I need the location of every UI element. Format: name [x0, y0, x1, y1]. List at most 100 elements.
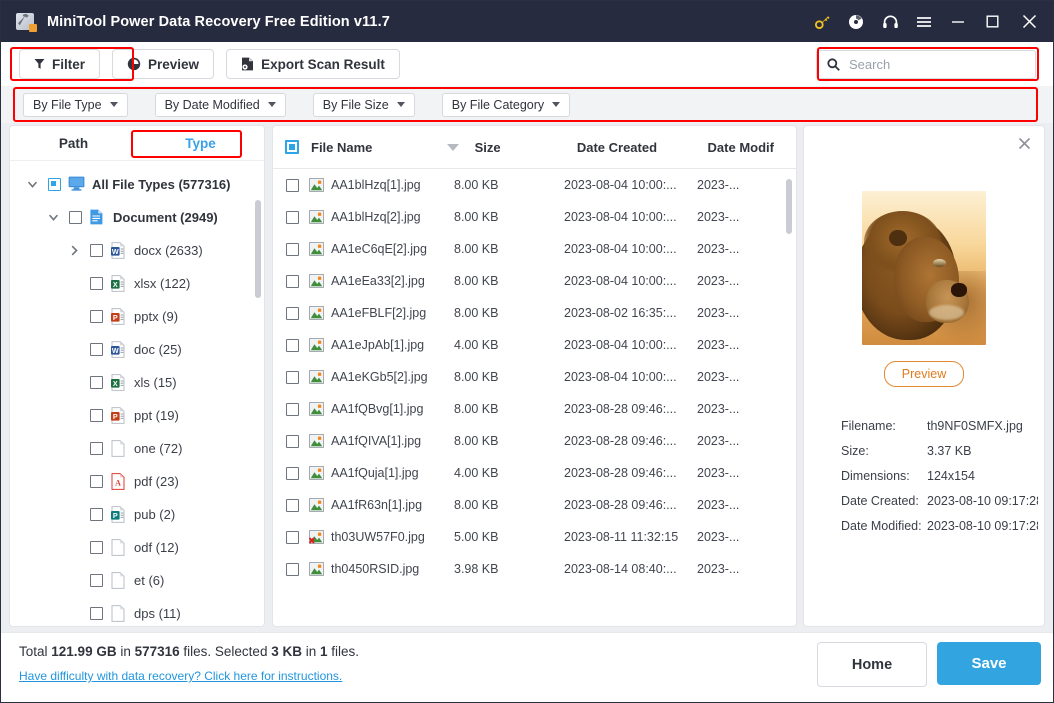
- tree-item-checkbox[interactable]: [90, 607, 103, 620]
- row-checkbox[interactable]: [286, 498, 299, 512]
- powerpoint-icon: P: [110, 407, 126, 424]
- preview-button[interactable]: Preview: [112, 49, 215, 79]
- tree-item[interactable]: Ppptx (9): [10, 300, 264, 333]
- chevron-down-icon[interactable]: [24, 177, 40, 193]
- headset-icon[interactable]: [873, 1, 907, 42]
- tree-item-checkbox[interactable]: [90, 541, 103, 554]
- filter-by-file-size[interactable]: By File Size: [312, 92, 415, 117]
- tree-item[interactable]: one (72): [10, 432, 264, 465]
- tree-item-checkbox[interactable]: [90, 508, 103, 521]
- home-button[interactable]: Home: [817, 642, 927, 687]
- selected-files: 1: [319, 644, 328, 659]
- filter-by-date-modified[interactable]: By Date Modified: [154, 92, 286, 117]
- preview-action-button[interactable]: Preview: [884, 361, 964, 387]
- row-checkbox[interactable]: [286, 370, 299, 384]
- column-header-date-modified[interactable]: Date Modif: [708, 140, 796, 155]
- table-row[interactable]: AA1fQBvg[1].jpg 8.00 KB 2023-08-28 09:46:.…: [273, 393, 796, 425]
- column-header-size[interactable]: Size: [475, 140, 577, 155]
- filter-button[interactable]: Filter: [19, 49, 101, 79]
- tree-item[interactable]: All File Types (577316): [10, 168, 264, 201]
- search-box[interactable]: [816, 50, 1036, 79]
- tree-item-checkbox[interactable]: [90, 343, 103, 356]
- table-row[interactable]: AA1eJpAb[1].jpg 4.00 KB 2023-08-04 10:00:.…: [273, 329, 796, 361]
- cell-created: 2023-08-02 16:35:...: [564, 306, 677, 320]
- tree-item[interactable]: Apdf (23): [10, 465, 264, 498]
- file-list-scrollbar-thumb[interactable]: [786, 179, 792, 234]
- maximize-icon[interactable]: [975, 1, 1009, 42]
- row-checkbox[interactable]: [286, 338, 299, 352]
- tree-item-checkbox[interactable]: [90, 376, 103, 389]
- close-icon[interactable]: [1009, 1, 1049, 42]
- tree-scrollbar-thumb[interactable]: [255, 200, 261, 298]
- tab-type[interactable]: Type: [137, 126, 264, 160]
- close-icon[interactable]: [1016, 135, 1032, 151]
- table-row[interactable]: AA1eKGb5[2].jpg 8.00 KB 2023-08-04 10:00:.…: [273, 361, 796, 393]
- hamburger-menu-icon[interactable]: [907, 1, 941, 42]
- file-rows-scroll-area[interactable]: AA1blHzq[1].jpg 8.00 KB 2023-08-04 10:00:.…: [273, 169, 796, 626]
- disc-icon[interactable]: [839, 1, 873, 42]
- tree-item-checkbox[interactable]: [48, 178, 61, 191]
- select-all-checkbox[interactable]: [285, 140, 299, 154]
- row-checkbox[interactable]: [286, 402, 299, 416]
- tree-item-checkbox[interactable]: [90, 310, 103, 323]
- export-scan-result-button[interactable]: Export Scan Result: [226, 49, 400, 79]
- row-checkbox[interactable]: [286, 466, 299, 480]
- row-checkbox[interactable]: [286, 562, 299, 576]
- tree-item[interactable]: Wdocx (2633): [10, 234, 264, 267]
- row-checkbox[interactable]: [286, 274, 299, 288]
- row-checkbox[interactable]: [286, 434, 299, 448]
- tree-item[interactable]: Pppt (19): [10, 399, 264, 432]
- tree-item[interactable]: et (6): [10, 564, 264, 597]
- file-list-panel: File Name Size Date Created Date Modif A…: [273, 126, 796, 626]
- row-checkbox[interactable]: [286, 530, 299, 544]
- tree-item[interactable]: Xxls (15): [10, 366, 264, 399]
- filter-by-file-type[interactable]: By File Type: [23, 92, 128, 117]
- column-header-file-name[interactable]: File Name: [311, 140, 447, 155]
- tree-item[interactable]: odf (12): [10, 531, 264, 564]
- table-row[interactable]: th03UW57F0.jpg 5.00 KB 2023-08-11 11:32:15…: [273, 521, 796, 553]
- table-row[interactable]: th0450RSID.jpg 3.98 KB 2023-08-14 08:40:..…: [273, 553, 796, 585]
- table-row[interactable]: AA1blHzq[1].jpg 8.00 KB 2023-08-04 10:00:.…: [273, 169, 796, 201]
- row-checkbox[interactable]: [286, 178, 299, 192]
- table-row[interactable]: AA1blHzq[2].jpg 8.00 KB 2023-08-04 10:00:.…: [273, 201, 796, 233]
- tree-item-checkbox[interactable]: [90, 409, 103, 422]
- excel-icon: X: [110, 275, 126, 292]
- tree-item-checkbox[interactable]: [90, 442, 103, 455]
- table-row[interactable]: AA1fQuja[1].jpg 4.00 KB 2023-08-28 09:46:.…: [273, 457, 796, 489]
- cell-size: 8.00 KB: [454, 274, 499, 288]
- row-checkbox[interactable]: [286, 306, 299, 320]
- tree-item-checkbox[interactable]: [90, 244, 103, 257]
- tree-item-checkbox[interactable]: [90, 277, 103, 290]
- tree-item-checkbox[interactable]: [69, 211, 82, 224]
- sort-descending-icon[interactable]: [446, 143, 459, 151]
- tab-path[interactable]: Path: [10, 126, 137, 160]
- tree-item[interactable]: Xxlsx (122): [10, 267, 264, 300]
- table-row[interactable]: AA1eEa33[2].jpg 8.00 KB 2023-08-04 10:00:.…: [273, 265, 796, 297]
- search-input[interactable]: [849, 57, 1019, 72]
- tree-item[interactable]: Document (2949): [10, 201, 264, 234]
- tree-item[interactable]: Ppub (2): [10, 498, 264, 531]
- blank-file-icon: [110, 440, 126, 457]
- help-link[interactable]: Have difficulty with data recovery? Clic…: [19, 669, 342, 683]
- filter-bar: By File Type By Date Modified By File Si…: [1, 86, 1053, 123]
- table-row[interactable]: AA1fQIVA[1].jpg 8.00 KB 2023-08-28 09:46:.…: [273, 425, 796, 457]
- tree-scroll-area[interactable]: All File Types (577316) Document (2949) Wd…: [10, 160, 264, 626]
- row-checkbox[interactable]: [286, 210, 299, 224]
- column-header-date-created[interactable]: Date Created: [577, 140, 708, 155]
- excel-icon: X: [110, 374, 126, 391]
- image-file-icon: [309, 338, 324, 352]
- tree-item-checkbox[interactable]: [90, 574, 103, 587]
- save-button[interactable]: Save: [937, 642, 1041, 685]
- key-icon[interactable]: [805, 1, 839, 42]
- row-checkbox[interactable]: [286, 242, 299, 256]
- minimize-icon[interactable]: [941, 1, 975, 42]
- tree-item-checkbox[interactable]: [90, 475, 103, 488]
- tree-item[interactable]: dps (11): [10, 597, 264, 626]
- chevron-down-icon[interactable]: [45, 210, 61, 226]
- tree-item[interactable]: Wdoc (25): [10, 333, 264, 366]
- table-row[interactable]: AA1eC6qE[2].jpg 8.00 KB 2023-08-04 10:00:.…: [273, 233, 796, 265]
- chevron-right-icon[interactable]: [66, 243, 82, 259]
- filter-by-file-category[interactable]: By File Category: [441, 92, 571, 117]
- table-row[interactable]: AA1eFBLF[2].jpg 8.00 KB 2023-08-02 16:35:.…: [273, 297, 796, 329]
- table-row[interactable]: AA1fR63n[1].jpg 8.00 KB 2023-08-28 09:46:.…: [273, 489, 796, 521]
